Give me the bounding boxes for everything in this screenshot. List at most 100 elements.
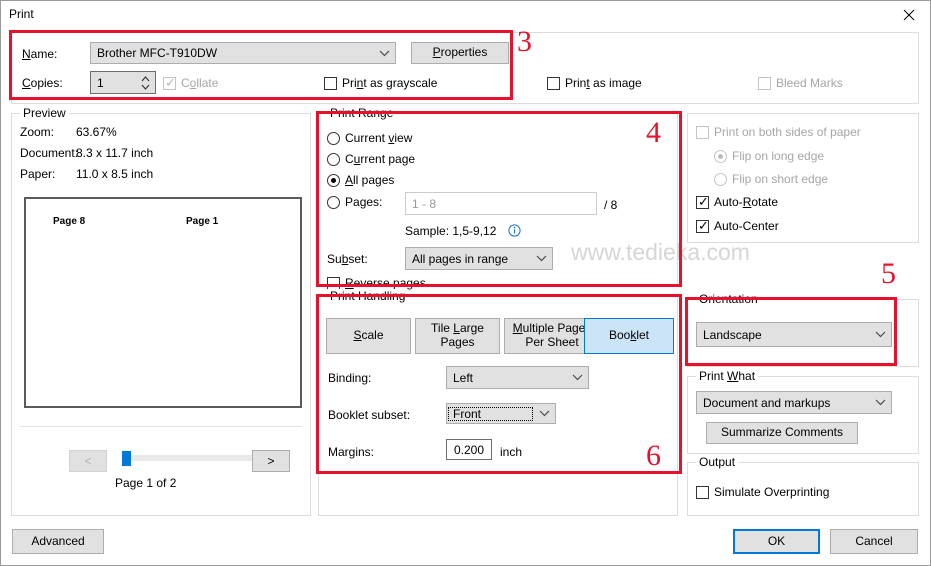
print-handling-group-title: Print Handling (327, 289, 409, 303)
auto-center-label: Auto-Center (714, 219, 779, 233)
pages-input[interactable]: 1 - 8 (405, 192, 597, 215)
auto-rotate-checkbox[interactable]: ✓ Auto-Rotate (696, 194, 779, 209)
radio-flip-long-edge-label: Flip on long edge (732, 149, 825, 163)
simulate-overprinting-checkbox[interactable]: Simulate Overprinting (696, 485, 829, 499)
preview-next-label: > (267, 454, 275, 468)
copies-label: Copies: (22, 76, 63, 90)
preview-group: Preview Zoom: 63.67% Document: 8.3 x 11.… (11, 106, 311, 516)
subset-label: Subset: (327, 252, 368, 266)
simulate-overprinting-label: Simulate Overprinting (714, 485, 830, 499)
print-handling-group: Print Handling Scale Tile Large Pages Mul… (318, 289, 678, 516)
tile-large-pages-button[interactable]: Tile Large Pages (415, 318, 500, 354)
radio-flip-short-edge-circle (714, 172, 727, 186)
radio-current-page[interactable]: Current page (327, 152, 415, 166)
info-icon[interactable] (508, 224, 521, 240)
preview-sheet: Page 8 Page 1 (24, 197, 302, 408)
radio-flip-short-edge-label: Flip on short edge (732, 172, 829, 186)
booklet-button[interactable]: Booklet (584, 318, 674, 354)
auto-rotate-box: ✓ (696, 194, 709, 209)
preview-scrollbar-track[interactable] (122, 451, 255, 466)
radio-current-page-label: Current page (345, 152, 416, 166)
binding-label: Binding: (328, 371, 372, 385)
check-icon: ✓ (698, 217, 709, 233)
orientation-combo[interactable]: Landscape (696, 322, 892, 347)
paper-value: 11.0 x 8.5 inch (76, 167, 154, 181)
margins-unit-label: inch (500, 445, 523, 459)
binding-combo[interactable]: Left (446, 366, 589, 389)
print-as-grayscale-box (324, 76, 337, 90)
chevron-down-icon (533, 410, 555, 417)
summarize-comments-button[interactable]: Summarize Comments (706, 422, 858, 444)
title-bar: Print (1, 1, 930, 29)
zoom-value: 63.67% (76, 125, 117, 139)
window-title: Print (9, 7, 34, 21)
auto-rotate-label: Auto-Rotate (714, 195, 779, 209)
margins-input[interactable]: 0.200 (446, 439, 492, 460)
radio-current-view-circle (327, 131, 340, 145)
reverse-pages-label: Reverse pages (345, 276, 426, 290)
summarize-comments-button-label: Summarize Comments (720, 425, 844, 440)
booklet-subset-combo[interactable]: Front (446, 403, 556, 424)
output-group-title: Output (696, 455, 739, 469)
auto-center-checkbox[interactable]: ✓ Auto-Center (696, 217, 779, 233)
check-icon: ✓ (165, 74, 176, 90)
print-as-image-checkbox[interactable]: Print as image (547, 76, 642, 90)
both-sides-box (696, 125, 709, 139)
print-range-group: Print Range Current view Current page Al… (318, 106, 678, 290)
print-what-combo[interactable]: Document and markups (696, 391, 892, 414)
preview-page-left-label: Page 8 (53, 216, 86, 227)
printer-name-combo[interactable]: Brother MFC-T910DW (90, 42, 396, 64)
radio-flip-short-edge: Flip on short edge (714, 172, 828, 186)
radio-pages-label: Pages: (345, 195, 383, 209)
annotation-number-5: 5 (881, 257, 896, 290)
cancel-button-label: Cancel (855, 533, 893, 548)
close-icon[interactable] (886, 1, 930, 29)
print-what-group: Print What Document and markups Summariz… (687, 369, 919, 454)
paper-label: Paper: (20, 167, 56, 181)
copies-stepper[interactable]: 1 (90, 71, 156, 94)
document-value: 8.3 x 11.7 inch (76, 146, 154, 160)
preview-scrollbar-thumb[interactable] (122, 451, 131, 466)
preview-page-right-label: Page 1 (186, 216, 219, 227)
advanced-button-label: Advanced (31, 533, 85, 548)
advanced-button[interactable]: Advanced (12, 529, 104, 554)
radio-current-view-label: Current view (345, 131, 413, 145)
radio-current-view[interactable]: Current view (327, 131, 412, 145)
copies-value: 1 (97, 75, 104, 90)
orientation-group-title: Orientation (696, 292, 761, 306)
radio-all-pages-circle (327, 173, 340, 187)
subset-combo[interactable]: All pages in range (405, 247, 553, 270)
spinner-arrows-icon[interactable] (135, 72, 155, 93)
cancel-button[interactable]: Cancel (830, 529, 918, 554)
radio-flip-long-edge: Flip on long edge (714, 149, 824, 163)
multiple-pages-per-sheet-button-label: Multiple Pages Per Sheet (512, 321, 592, 349)
scale-button[interactable]: Scale (326, 318, 411, 354)
pages-sample-label: Sample: 1,5-9,12 (405, 224, 497, 238)
preview-next-button[interactable]: > (252, 450, 290, 472)
properties-button[interactable]: Properties (411, 42, 509, 64)
printer-group: Name: Brother MFC-T910DW Properties Copi… (11, 32, 919, 104)
print-what-value: Document and markups (703, 395, 831, 410)
preview-group-title: Preview (20, 106, 69, 120)
scale-button-label: Scale (353, 328, 384, 343)
preview-prev-label: < (84, 454, 92, 468)
pages-input-placeholder: 1 - 8 (412, 196, 437, 211)
chevron-down-icon (869, 331, 891, 338)
radio-all-pages-label: All pages (345, 173, 395, 187)
collate-label: Collate (181, 76, 219, 90)
radio-dot-icon (718, 153, 723, 159)
radio-all-pages[interactable]: All pages (327, 173, 394, 187)
radio-flip-long-edge-circle (714, 149, 727, 163)
collate-checkbox-box: ✓ (163, 74, 176, 90)
document-label: Document: (20, 146, 79, 160)
bleed-marks-box (758, 76, 771, 90)
chevron-down-icon (373, 50, 395, 57)
ok-button[interactable]: OK (733, 529, 820, 554)
print-as-grayscale-checkbox[interactable]: Print as grayscale (324, 76, 437, 90)
radio-pages[interactable]: Pages: (327, 195, 382, 209)
print-range-group-title: Print Range (327, 106, 397, 120)
chevron-down-icon (530, 255, 552, 262)
reverse-pages-checkbox[interactable]: Reverse pages (327, 276, 426, 290)
printer-name-value: Brother MFC-T910DW (97, 46, 218, 60)
info-glyph (508, 224, 521, 237)
